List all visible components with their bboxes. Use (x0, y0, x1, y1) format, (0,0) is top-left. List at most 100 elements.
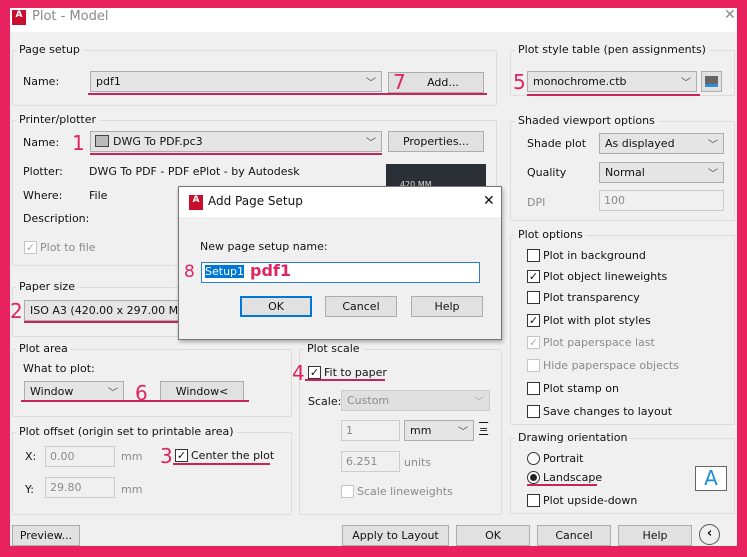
dialog-help-button[interactable]: Help (411, 296, 483, 317)
plot-style-edit-icon (705, 76, 718, 87)
properties-button[interactable]: Properties... (388, 131, 484, 152)
printer-name-label: Name: (23, 136, 60, 149)
new-name-input[interactable]: Setup1 (201, 262, 480, 283)
y-unit: mm (121, 483, 143, 496)
plot-offset-group (12, 432, 292, 515)
chevron-down-icon: ﹀ (366, 78, 376, 89)
new-name-value: Setup1 (205, 265, 245, 278)
dialog-ok-button[interactable]: OK (240, 296, 312, 317)
orientation-icon-letter: A (704, 466, 718, 490)
help-button[interactable]: Help (618, 525, 692, 546)
annotation-underline (90, 153, 382, 155)
dialog-close-icon[interactable]: ✕ (483, 193, 495, 209)
title-bar (10, 8, 737, 32)
window-title: Plot - Model (32, 9, 109, 24)
portrait-label: Portrait (543, 452, 584, 465)
printer-name-combo[interactable]: DWG To PDF.pc3 ﹀ (90, 131, 382, 152)
annotation-7: 7 (393, 70, 406, 94)
plot-option-checkbox[interactable] (527, 359, 540, 372)
dialog-title: Add Page Setup (208, 194, 303, 208)
annotation-4: 4 (292, 361, 305, 385)
upside-down-checkbox[interactable] (527, 494, 540, 507)
scale-combo[interactable]: Custom ﹀ (341, 390, 490, 411)
annotation-3: 3 (160, 444, 173, 468)
plot-option-checkbox[interactable] (527, 405, 540, 418)
plot-option-label: Plot stamp on (543, 382, 619, 395)
y-offset-input[interactable]: 29.80 (45, 477, 115, 498)
annotation-underline (24, 321, 179, 323)
annotation-underline (527, 484, 597, 486)
plot-option-checkbox[interactable]: ✓ (527, 336, 540, 349)
plot-option-checkbox[interactable] (527, 291, 540, 304)
scale-value2-input[interactable]: 6.251 (341, 451, 400, 472)
quality-combo[interactable]: Normal ﹀ (599, 162, 724, 183)
chevron-down-icon: ﹀ (708, 169, 718, 180)
annotation-2: 2 (10, 299, 23, 323)
plot-to-file-checkbox[interactable]: ✓ (24, 241, 37, 254)
plot-option-label: Plot object lineweights (543, 270, 668, 283)
plot-style-value: monochrome.ctb (533, 75, 627, 88)
shaded-viewport-legend: Shaded viewport options (515, 114, 658, 127)
page-setup-name-combo[interactable]: pdf1 ﹀ (90, 71, 382, 92)
plot-option-checkbox[interactable] (527, 249, 540, 262)
page-setup-legend: Page setup (16, 43, 83, 56)
annotation-underline (88, 93, 487, 95)
chevron-down-icon: ﹀ (108, 388, 118, 399)
shade-plot-combo[interactable]: As displayed ﹀ (599, 133, 724, 154)
upside-down-label: Plot upside-down (543, 494, 638, 507)
page-setup-name-label: Name: (23, 75, 60, 88)
description-label: Description: (23, 212, 90, 225)
collapse-options-icon[interactable]: ‹ (699, 524, 720, 545)
annotation-underline (305, 379, 385, 381)
fit-to-paper-label: Fit to paper (324, 366, 387, 379)
plotter-icon (95, 135, 109, 147)
autocad-icon: A (189, 195, 203, 210)
printer-name-value: DWG To PDF.pc3 (113, 135, 203, 148)
plot-option-label: Plot paperspace last (543, 336, 655, 349)
annotation-8: 8 (184, 262, 195, 282)
dpi-label: DPI (527, 196, 546, 209)
where-value: File (89, 189, 108, 202)
plotter-value: DWG To PDF - PDF ePlot - by Autodesk (89, 165, 300, 178)
quality-label: Quality (527, 166, 567, 179)
apply-to-layout-button[interactable]: Apply to Layout (342, 525, 449, 546)
edit-plot-style-button[interactable] (701, 71, 722, 92)
scale-unit-combo[interactable]: mm ﹀ (404, 420, 474, 441)
chevron-down-icon: ﹀ (366, 138, 376, 149)
plot-option-label: Plot in background (543, 249, 646, 262)
dpi-input[interactable]: 100 (599, 190, 724, 211)
window-pick-button[interactable]: Window< (160, 381, 244, 402)
fit-to-paper-checkbox[interactable]: ✓ (308, 366, 321, 379)
cancel-button[interactable]: Cancel (537, 525, 611, 546)
preview-button[interactable]: Preview... (12, 525, 80, 546)
x-offset-input[interactable]: 0.00 (45, 446, 115, 467)
scale-value1-input[interactable]: 1 (341, 420, 400, 441)
where-label: Where: (23, 189, 63, 202)
x-unit: mm (121, 450, 143, 463)
add-page-setup-dialog: A Add Page Setup ✕ New page setup name: … (178, 186, 502, 340)
dialog-cancel-button[interactable]: Cancel (325, 296, 397, 317)
plot-option-checkbox[interactable]: ✓ (527, 270, 540, 283)
plot-option-label: Plot with plot styles (543, 314, 651, 327)
center-plot-checkbox[interactable]: ✓ (175, 449, 188, 462)
x-label: X: (25, 450, 37, 463)
plot-style-combo[interactable]: monochrome.ctb ﹀ (527, 71, 697, 92)
plot-options-legend: Plot options (515, 228, 586, 241)
plot-option-checkbox[interactable] (527, 382, 540, 395)
close-icon[interactable]: ✕ (724, 7, 736, 23)
what-to-plot-combo[interactable]: Window ﹀ (24, 381, 124, 402)
what-to-plot-value: Window (30, 385, 74, 398)
paper-size-value: ISO A3 (420.00 x 297.00 MM) (30, 304, 192, 317)
ok-button[interactable]: OK (456, 525, 530, 546)
portrait-radio[interactable] (527, 452, 540, 465)
scale-lineweights-label: Scale lineweights (357, 485, 453, 498)
chevron-down-icon: ﹀ (708, 140, 718, 151)
landscape-radio[interactable] (527, 471, 540, 484)
autocad-icon: A (12, 10, 26, 25)
shade-plot-label: Shade plot (527, 137, 587, 150)
landscape-label: Landscape (543, 471, 603, 484)
scale-lineweights-checkbox[interactable] (341, 485, 354, 498)
landscape-orientation-icon: A (695, 466, 727, 491)
plot-option-checkbox[interactable]: ✓ (527, 314, 540, 327)
annotation-5: 5 (513, 70, 526, 94)
